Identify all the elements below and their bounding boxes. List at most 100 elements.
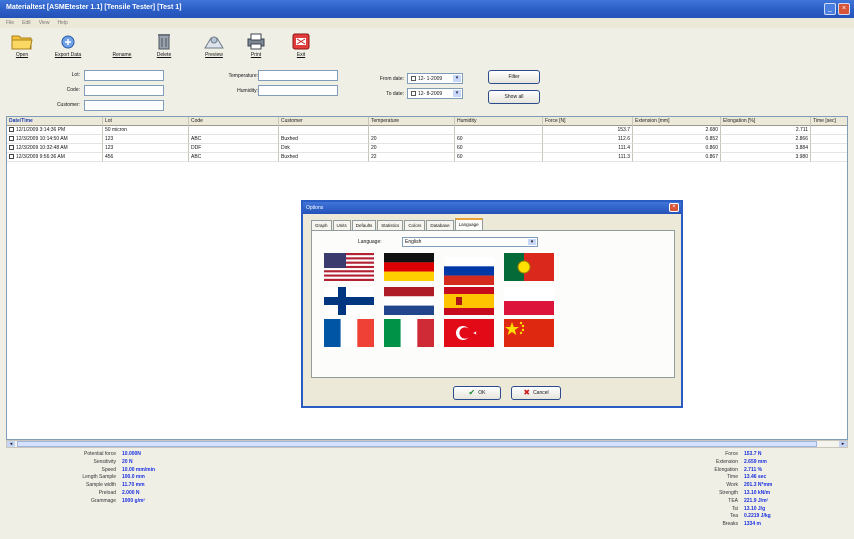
close-window-button[interactable]: ×	[838, 3, 850, 15]
result-row: Strength 13.10 kN/m	[719, 489, 771, 496]
tab-database[interactable]: Database	[426, 220, 454, 230]
portugal-flag[interactable]	[504, 253, 554, 281]
result-row: Extension 2.659 mm	[716, 458, 767, 465]
result-row: Work 201.3 N*mm	[726, 482, 773, 489]
temperature-field[interactable]	[258, 70, 338, 81]
setting-row: Speed 10.00 mm/min	[101, 466, 156, 473]
chevron-down-icon: ▾	[453, 90, 461, 97]
netherlands-flag[interactable]	[384, 287, 434, 315]
humidity-label: Humidity:	[237, 88, 258, 94]
column-header[interactable]: Elongation [%]	[721, 117, 811, 126]
turkey-flag[interactable]	[444, 319, 494, 347]
to-date-picker[interactable]: 12- 8-2009 ▾	[407, 88, 463, 99]
result-row: TEA 221.9 J/m²	[728, 497, 769, 504]
delete-button[interactable]: Delete	[146, 32, 182, 58]
column-header[interactable]: Time [sec]	[811, 117, 847, 126]
result-row: Tea 0.2219 J/kg	[729, 513, 771, 520]
table-row[interactable]: 12/3/2009 10:14:50 AM 123 ABC Buxhed 20 …	[7, 135, 847, 144]
rename-icon	[111, 32, 133, 50]
preview-icon	[204, 36, 224, 49]
preview-button[interactable]: Preview	[196, 32, 232, 58]
row-checkbox[interactable]	[9, 127, 14, 132]
code-field[interactable]	[84, 85, 164, 96]
setting-row: Preload 2.000 N	[98, 489, 140, 496]
row-checkbox[interactable]	[9, 145, 14, 150]
printer-icon	[247, 33, 265, 50]
tab-language[interactable]: Language	[454, 218, 483, 230]
column-header[interactable]: Humidity	[455, 117, 543, 126]
table-row[interactable]: 12/1/2009 3:14:36 PM 50 micron 153.7 2.6…	[7, 126, 847, 135]
customer-label: Customer:	[56, 102, 80, 108]
scroll-thumb[interactable]	[17, 441, 817, 447]
checkmark-icon: ✔	[468, 388, 476, 397]
exit-icon	[292, 33, 310, 50]
language-select[interactable]: English ▾	[402, 237, 538, 247]
lot-field[interactable]	[84, 70, 164, 81]
setting-row: Potential force 10.000N	[84, 451, 141, 457]
china-flag[interactable]	[504, 319, 554, 347]
usa-flag[interactable]	[324, 253, 374, 281]
to-date-checkbox[interactable]	[411, 91, 416, 97]
menu-file[interactable]: File	[6, 20, 14, 26]
from-date-checkbox[interactable]	[411, 76, 416, 82]
ok-button[interactable]: ✔ OK	[453, 386, 501, 400]
column-header[interactable]: Customer	[279, 117, 369, 126]
tab-colors[interactable]: Colors	[404, 220, 426, 230]
language-label: Language:	[358, 239, 382, 245]
test-results-panel: Force 153.7 N Extension 2.659 mm Elongatio…	[684, 451, 772, 529]
filter-button[interactable]: Filter	[488, 70, 540, 84]
dialog-close-icon[interactable]: ×	[669, 203, 679, 212]
scroll-left-icon[interactable]: ◂	[7, 441, 15, 447]
menu-help[interactable]: Help	[57, 20, 67, 26]
export-data-button[interactable]: Export Data	[50, 32, 86, 58]
open-button[interactable]: Open	[4, 32, 40, 58]
table-header: Date/Time Lot Code Customer Temperature …	[7, 117, 847, 126]
table-row[interactable]: 12/3/2009 9:56:36 AM 456 ABC Buxhed 22 6…	[7, 153, 847, 162]
cancel-button[interactable]: ✖ Cancel	[511, 386, 561, 400]
setting-row: Length Sample 100.0 mm	[82, 474, 145, 481]
column-header[interactable]: Force [N]	[543, 117, 633, 126]
from-date-picker[interactable]: 12- 1-2009 ▾	[407, 73, 463, 84]
horizontal-scrollbar[interactable]: ◂ ▸	[6, 440, 848, 448]
column-header[interactable]: Code	[189, 117, 279, 126]
germany-flag[interactable]	[384, 253, 434, 281]
setting-row: Grammage 1000 g/m²	[90, 497, 146, 504]
minimize-button[interactable]: _	[824, 3, 836, 15]
lot-label: Lot:	[71, 72, 80, 78]
row-checkbox[interactable]	[9, 136, 14, 141]
tab-defaults[interactable]: Defaults	[351, 220, 377, 230]
menu-bar: File Edit View Help	[0, 18, 854, 28]
test-settings-panel: Potential force 10.000N Sensitivity 20 N S…	[40, 451, 155, 506]
finland-flag[interactable]	[324, 287, 374, 315]
options-dialog: Options × Graph Units Defaults Statistic…	[301, 200, 683, 408]
rename-button[interactable]: Rename	[104, 32, 140, 58]
title-bar: Materialtest [ASMEtester 1.1] [Tensile T…	[0, 0, 854, 18]
italy-flag[interactable]	[384, 319, 434, 347]
france-flag[interactable]	[324, 319, 374, 347]
russia-flag[interactable]	[444, 257, 494, 285]
menu-view[interactable]: View	[39, 20, 50, 26]
spain-flag[interactable]	[444, 287, 494, 315]
result-row: Force 153.7 N	[725, 451, 762, 457]
tab-statistics[interactable]: Statistics	[377, 220, 404, 230]
poland-flag[interactable]	[504, 287, 554, 315]
column-header[interactable]: Temperature	[369, 117, 455, 126]
column-header[interactable]: Extension [mm]	[633, 117, 721, 126]
window-title: Materialtest [ASMEtester 1.1] [Tensile T…	[6, 4, 182, 11]
print-button[interactable]: Print	[238, 32, 274, 58]
exit-button[interactable]: Exit	[283, 32, 319, 58]
customer-field[interactable]	[84, 100, 164, 111]
tab-units[interactable]: Units	[332, 220, 351, 230]
to-date-label: To date:	[386, 91, 404, 97]
table-row[interactable]: 12/3/2009 10:32:48 AM 123 DDF Dirk 20 60…	[7, 144, 847, 153]
dialog-title-bar: Options ×	[303, 202, 681, 214]
column-header[interactable]: Date/Time	[7, 117, 103, 126]
row-checkbox[interactable]	[9, 154, 14, 159]
trash-icon	[158, 34, 170, 50]
scroll-right-icon[interactable]: ▸	[839, 441, 847, 447]
menu-edit[interactable]: Edit	[22, 20, 31, 26]
humidity-field[interactable]	[258, 85, 338, 96]
tab-graph[interactable]: Graph	[311, 220, 332, 230]
column-header[interactable]: Lot	[103, 117, 189, 126]
show-all-button[interactable]: Show all	[488, 90, 540, 104]
